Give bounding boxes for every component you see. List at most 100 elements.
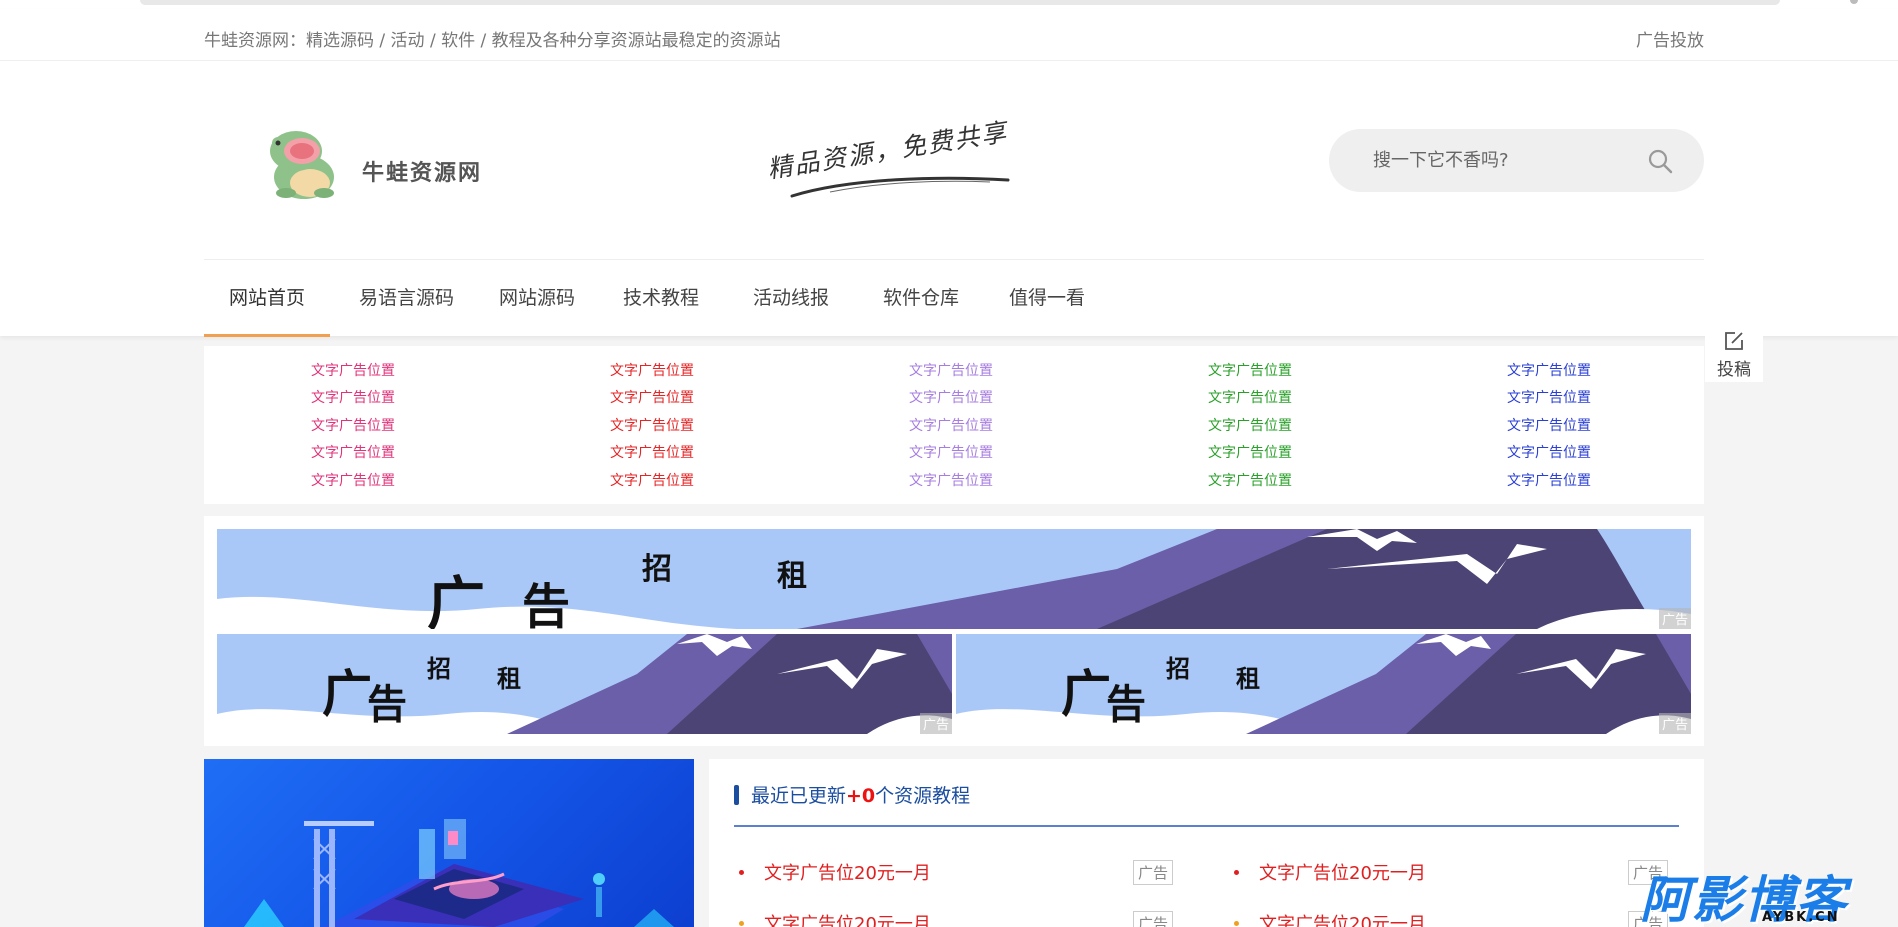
top-dot bbox=[1850, 0, 1858, 4]
text-ad-link[interactable]: 文字广告位置 bbox=[610, 387, 730, 414]
banner-ad-left[interactable]: 广 告 招 租 广告 bbox=[217, 634, 952, 734]
banner-word: 招 bbox=[642, 552, 672, 587]
slogan: 精品资源，免费共享 bbox=[760, 117, 1020, 217]
bullet-dot bbox=[1234, 921, 1239, 926]
nav-item-software[interactable]: 软件仓库 bbox=[858, 260, 984, 337]
text-ad-link[interactable]: 文字广告位置 bbox=[1507, 442, 1627, 469]
text-ad-column: 文字广告位置 文字广告位置 文字广告位置 文字广告位置 文字广告位置 bbox=[610, 360, 730, 497]
banner-word: 广 bbox=[322, 664, 372, 723]
updates-title-suffix: 个资源教程 bbox=[875, 785, 971, 807]
logo-text: 牛蛙资源网 bbox=[362, 160, 483, 186]
banner-word: 招 bbox=[1166, 654, 1190, 683]
text-ad-link[interactable]: 文字广告位置 bbox=[1507, 387, 1627, 414]
text-ad-link[interactable]: 文字广告位置 bbox=[1507, 470, 1627, 497]
text-ad-link[interactable]: 文字广告位置 bbox=[909, 470, 1029, 497]
search-icon[interactable] bbox=[1647, 148, 1673, 174]
search-input[interactable] bbox=[1373, 147, 1633, 173]
text-ad-link[interactable]: 文字广告位置 bbox=[909, 360, 1029, 387]
nav-item-web-source[interactable]: 网站源码 bbox=[474, 260, 600, 337]
text-ad-link[interactable]: 文字广告位置 bbox=[1208, 470, 1328, 497]
frog-logo-icon bbox=[270, 131, 334, 199]
text-ad-link[interactable]: 文字广告位置 bbox=[1208, 415, 1328, 442]
update-item-text: 文字广告位20元一月 bbox=[1259, 914, 1426, 927]
text-ad-link[interactable]: 文字广告位置 bbox=[909, 415, 1029, 442]
text-ad-column: 文字广告位置 文字广告位置 文字广告位置 文字广告位置 文字广告位置 bbox=[1507, 360, 1627, 497]
nav-item-home[interactable]: 网站首页 bbox=[204, 260, 331, 337]
banner-word: 广 bbox=[1061, 664, 1111, 723]
text-ad-link[interactable]: 文字广告位置 bbox=[610, 360, 730, 387]
banner-word: 广 bbox=[427, 570, 486, 629]
site-tagline: 牛蛙资源网：精选源码 / 活动 / 软件 / 教程及各种分享资源站最稳定的资源站 bbox=[204, 31, 781, 51]
banner-word: 租 bbox=[1236, 664, 1260, 693]
updates-heading: 最近已更新+0个资源教程 bbox=[734, 781, 970, 808]
ad-badge: 广告 bbox=[1133, 860, 1174, 885]
bullet-dot bbox=[739, 921, 744, 926]
text-ad-link[interactable]: 文字广告位置 bbox=[311, 387, 431, 414]
banner-ad-right[interactable]: 广 告 招 租 广告 bbox=[956, 634, 1691, 734]
heading-accent-bar bbox=[734, 785, 739, 805]
ad-placement-link[interactable]: 广告投放 bbox=[1636, 26, 1704, 51]
submit-post-button[interactable]: 投稿 bbox=[1705, 318, 1763, 382]
brush-stroke-decoration bbox=[790, 176, 1010, 198]
banner-word: 告 bbox=[522, 579, 571, 629]
main-nav: 网站首页 易语言源码 网站源码 技术教程 活动线报 软件仓库 值得一看 bbox=[204, 259, 1704, 337]
featured-image[interactable] bbox=[204, 759, 694, 927]
watermark-domain: AYBK.CN bbox=[1762, 910, 1840, 925]
update-item[interactable]: 文字广告位20元一月 bbox=[1234, 910, 1426, 927]
text-ad-link[interactable]: 文字广告位置 bbox=[1208, 360, 1328, 387]
banner-word: 告 bbox=[367, 681, 407, 728]
text-ad-link[interactable]: 文字广告位置 bbox=[311, 470, 431, 497]
ad-tag: 广告 bbox=[1658, 608, 1691, 629]
text-ad-link[interactable]: 文字广告位置 bbox=[1507, 415, 1627, 442]
nav-item-tutorials[interactable]: 技术教程 bbox=[598, 260, 724, 337]
watermark-logo: 阿影博客 AYBK.CN bbox=[1640, 860, 1890, 927]
text-ad-link[interactable]: 文字广告位置 bbox=[1507, 360, 1627, 387]
site-logo[interactable]: 牛蛙资源网 bbox=[266, 127, 526, 205]
text-ad-link[interactable]: 文字广告位置 bbox=[311, 360, 431, 387]
text-ad-link[interactable]: 文字广告位置 bbox=[1208, 442, 1328, 469]
nav-item-worth-seeing[interactable]: 值得一看 bbox=[984, 260, 1110, 337]
banner-word: 租 bbox=[777, 559, 807, 594]
nav-item-eyuyan-source[interactable]: 易语言源码 bbox=[334, 260, 479, 337]
text-ad-link[interactable]: 文字广告位置 bbox=[610, 442, 730, 469]
update-item[interactable]: 文字广告位20元一月 bbox=[1234, 859, 1426, 885]
recent-updates-panel: 最近已更新+0个资源教程 文字广告位20元一月 广告 文字广告位20元一月 广告… bbox=[709, 759, 1704, 927]
update-item-text: 文字广告位20元一月 bbox=[764, 914, 931, 927]
ad-badge: 广告 bbox=[1133, 911, 1174, 927]
browser-top-strip bbox=[0, 0, 1898, 9]
edit-icon bbox=[1725, 332, 1743, 350]
banner-ads: 广 告 招 租 广告 广 告 招 租 广告 广 告 招 租 广告 bbox=[204, 516, 1704, 746]
isometric-city-illustration bbox=[244, 819, 674, 927]
submit-label: 投稿 bbox=[1717, 360, 1751, 380]
text-ad-link[interactable]: 文字广告位置 bbox=[909, 442, 1029, 469]
bullet-dot bbox=[739, 870, 744, 875]
text-ad-column: 文字广告位置 文字广告位置 文字广告位置 文字广告位置 文字广告位置 bbox=[1208, 360, 1328, 497]
update-item-text: 文字广告位20元一月 bbox=[1259, 863, 1426, 884]
text-ad-column: 文字广告位置 文字广告位置 文字广告位置 文字广告位置 文字广告位置 bbox=[311, 360, 431, 497]
text-ad-link[interactable]: 文字广告位置 bbox=[1208, 387, 1328, 414]
banner-ad-wide[interactable]: 广 告 招 租 广告 bbox=[217, 529, 1691, 629]
text-ad-link[interactable]: 文字广告位置 bbox=[610, 415, 730, 442]
update-item[interactable]: 文字广告位20元一月 bbox=[739, 859, 931, 885]
text-ad-link[interactable]: 文字广告位置 bbox=[311, 415, 431, 442]
nav-item-deals[interactable]: 活动线报 bbox=[728, 260, 854, 337]
text-ad-link[interactable]: 文字广告位置 bbox=[311, 442, 431, 469]
text-ads-panel: 文字广告位置 文字广告位置 文字广告位置 文字广告位置 文字广告位置 文字广告位… bbox=[204, 346, 1704, 504]
updates-count: +0 bbox=[846, 785, 876, 807]
text-ad-column: 文字广告位置 文字广告位置 文字广告位置 文字广告位置 文字广告位置 bbox=[909, 360, 1029, 497]
ad-tag: 广告 bbox=[1658, 713, 1691, 734]
search-box bbox=[1329, 129, 1704, 192]
ad-tag: 广告 bbox=[919, 713, 952, 734]
update-item[interactable]: 文字广告位20元一月 bbox=[739, 910, 931, 927]
banner-word: 招 bbox=[427, 654, 451, 683]
banner-word: 租 bbox=[497, 664, 521, 693]
bullet-dot bbox=[1234, 870, 1239, 875]
banner-word: 告 bbox=[1106, 681, 1146, 728]
updates-title-prefix: 最近已更新 bbox=[751, 785, 847, 807]
heading-divider bbox=[734, 825, 1679, 827]
top-scroll-bar bbox=[140, 0, 1780, 5]
text-ad-link[interactable]: 文字广告位置 bbox=[610, 470, 730, 497]
topbar: 牛蛙资源网：精选源码 / 活动 / 软件 / 教程及各种分享资源站最稳定的资源站… bbox=[0, 9, 1898, 61]
text-ad-link[interactable]: 文字广告位置 bbox=[909, 387, 1029, 414]
site-header: 牛蛙资源网：精选源码 / 活动 / 软件 / 教程及各种分享资源站最稳定的资源站… bbox=[0, 9, 1898, 337]
